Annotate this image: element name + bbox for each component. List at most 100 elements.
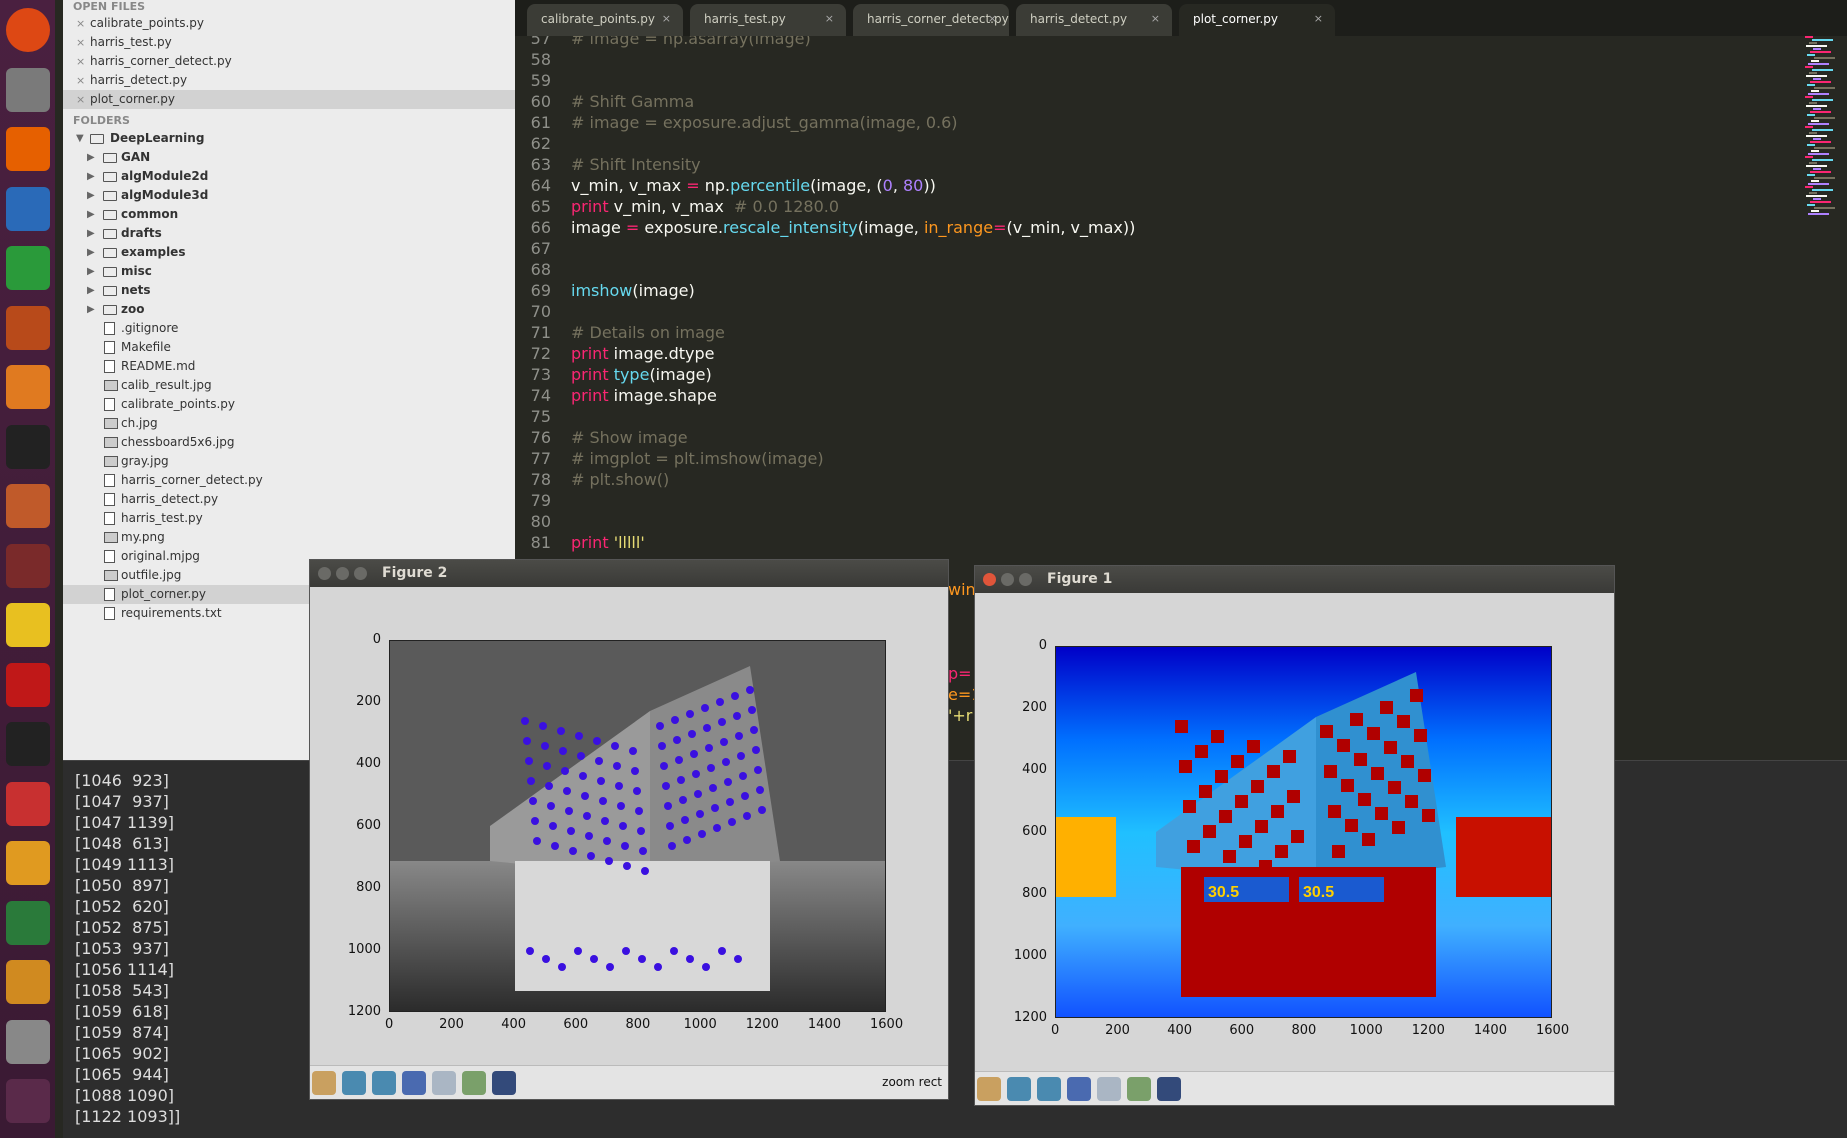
code-line[interactable]: print 'lllll'	[571, 533, 645, 552]
save-icon[interactable]	[1157, 1077, 1181, 1101]
expand-right-icon[interactable]: ▶	[87, 300, 95, 319]
forward-icon[interactable]	[1037, 1077, 1061, 1101]
folder-item[interactable]: ▶ common	[63, 205, 515, 224]
code-line[interactable]: print v_min, v_max # 0.0 1280.0	[571, 197, 839, 216]
launcher-app-icon[interactable]	[6, 603, 50, 647]
code-line[interactable]: print image.dtype	[571, 344, 715, 363]
code-line[interactable]: # imgplot = plt.imshow(image)	[571, 449, 824, 468]
expand-right-icon[interactable]: ▶	[87, 205, 95, 224]
figure-1-window[interactable]: Figure 1 30.5 30.5 0 200 400 600 800 100…	[974, 565, 1615, 1106]
code-line[interactable]: # Shift Gamma	[571, 92, 694, 111]
code-line[interactable]: # Details on image	[571, 323, 725, 342]
folder-item[interactable]: ▶ algModule3d	[63, 186, 515, 205]
tab-calibrate-points-py[interactable]: calibrate_points.py ×	[527, 4, 683, 36]
code-line[interactable]: imshow(image)	[571, 281, 695, 300]
close-icon[interactable]: ×	[76, 33, 85, 52]
launcher-app-icon[interactable]	[6, 127, 50, 171]
launcher-app-icon[interactable]	[6, 67, 50, 112]
file-item[interactable]: calibrate_points.py	[63, 395, 515, 414]
open-file-item[interactable]: × harris_detect.py	[63, 71, 515, 90]
expand-right-icon[interactable]: ▶	[87, 148, 95, 167]
figure-2-image[interactable]	[389, 640, 886, 1012]
home-icon[interactable]	[977, 1077, 1001, 1101]
minimize-icon[interactable]	[1001, 573, 1014, 586]
launcher-app-icon[interactable]	[6, 484, 50, 528]
tab-close-icon[interactable]: ×	[1314, 4, 1323, 34]
file-item[interactable]: harris_detect.py	[63, 490, 515, 509]
minimize-icon[interactable]	[336, 567, 349, 580]
back-icon[interactable]	[1007, 1077, 1031, 1101]
code-line[interactable]: # image = np.asarray(image)	[571, 36, 811, 48]
expand-right-icon[interactable]: ▶	[87, 186, 95, 205]
folder-root[interactable]: ▼ DeepLearning	[63, 129, 515, 148]
open-file-item[interactable]: × harris_corner_detect.py	[63, 52, 515, 71]
close-icon[interactable]	[983, 573, 996, 586]
back-icon[interactable]	[342, 1071, 366, 1095]
code-line[interactable]: v_min, v_max = np.percentile(image, (0, …	[571, 176, 936, 195]
folder-item[interactable]: ▶ examples	[63, 243, 515, 262]
zoom-icon[interactable]	[1097, 1077, 1121, 1101]
expand-right-icon[interactable]: ▶	[87, 224, 95, 243]
figure-1-image[interactable]: 30.5 30.5	[1055, 646, 1552, 1018]
file-item[interactable]: Makefile	[63, 338, 515, 357]
home-icon[interactable]	[312, 1071, 336, 1095]
folder-item[interactable]: ▶ nets	[63, 281, 515, 300]
tab-close-icon[interactable]: ×	[825, 4, 834, 34]
tab-harris-detect-py[interactable]: harris_detect.py ×	[1016, 4, 1172, 36]
close-icon[interactable]: ×	[76, 71, 85, 90]
code-line[interactable]: # image = exposure.adjust_gamma(image, 0…	[571, 113, 958, 132]
launcher-app-icon[interactable]	[6, 365, 50, 409]
launcher-app-icon[interactable]	[6, 424, 50, 469]
launcher-app-icon[interactable]	[6, 305, 50, 350]
maximize-icon[interactable]	[1019, 573, 1032, 586]
launcher-app-icon[interactable]	[6, 900, 50, 945]
launcher-app-icon[interactable]	[6, 841, 50, 885]
save-icon[interactable]	[492, 1071, 516, 1095]
launcher-app-icon[interactable]	[6, 960, 50, 1004]
expand-right-icon[interactable]: ▶	[87, 167, 95, 186]
file-item[interactable]: harris_test.py	[63, 509, 515, 528]
tab-harris-test-py[interactable]: harris_test.py ×	[690, 4, 846, 36]
folder-item[interactable]: ▶ misc	[63, 262, 515, 281]
launcher-app-icon[interactable]	[6, 8, 50, 52]
figure-1-titlebar[interactable]: Figure 1	[975, 566, 1614, 593]
expand-right-icon[interactable]: ▶	[87, 243, 95, 262]
launcher-app-icon[interactable]	[6, 722, 50, 766]
open-file-item[interactable]: × harris_test.py	[63, 33, 515, 52]
minimap[interactable]	[1805, 36, 1847, 236]
code-line[interactable]: print image.shape	[571, 386, 717, 405]
file-item[interactable]: chessboard5x6.jpg	[63, 433, 515, 452]
file-item[interactable]: README.md	[63, 357, 515, 376]
expand-right-icon[interactable]: ▶	[87, 262, 95, 281]
file-item[interactable]: .gitignore	[63, 319, 515, 338]
subplots-icon[interactable]	[1127, 1077, 1151, 1101]
tab-close-icon[interactable]: ×	[1151, 4, 1160, 34]
close-icon[interactable]: ×	[76, 90, 85, 109]
file-item[interactable]: calib_result.jpg	[63, 376, 515, 395]
pan-icon[interactable]	[1067, 1077, 1091, 1101]
figure-2-titlebar[interactable]: Figure 2	[310, 560, 948, 587]
expand-right-icon[interactable]: ▶	[87, 281, 95, 300]
close-icon[interactable]: ×	[76, 14, 85, 33]
subplots-icon[interactable]	[462, 1071, 486, 1095]
figure-2-window[interactable]: Figure 2 zoom rect 0 200 400 600 800 100…	[309, 559, 949, 1100]
zoom-icon[interactable]	[432, 1071, 456, 1095]
launcher-app-icon[interactable]	[6, 662, 50, 707]
launcher-app-icon[interactable]	[6, 1019, 50, 1064]
code-line[interactable]: # Show image	[571, 428, 688, 447]
file-item[interactable]: ch.jpg	[63, 414, 515, 433]
file-item[interactable]: my.png	[63, 528, 515, 547]
code-line[interactable]: # plt.show()	[571, 470, 669, 489]
folder-item[interactable]: ▶ algModule2d	[63, 167, 515, 186]
forward-icon[interactable]	[372, 1071, 396, 1095]
folder-item[interactable]: ▶ drafts	[63, 224, 515, 243]
tab-close-icon[interactable]: ×	[662, 4, 671, 34]
file-item[interactable]: harris_corner_detect.py	[63, 471, 515, 490]
launcher-app-icon[interactable]	[6, 543, 50, 588]
code-line[interactable]: print type(image)	[571, 365, 712, 384]
close-icon[interactable]: ×	[76, 52, 85, 71]
code-line[interactable]: # Shift Intensity	[571, 155, 701, 174]
folder-item[interactable]: ▶ GAN	[63, 148, 515, 167]
file-item[interactable]: gray.jpg	[63, 452, 515, 471]
launcher-app-icon[interactable]	[6, 246, 50, 290]
